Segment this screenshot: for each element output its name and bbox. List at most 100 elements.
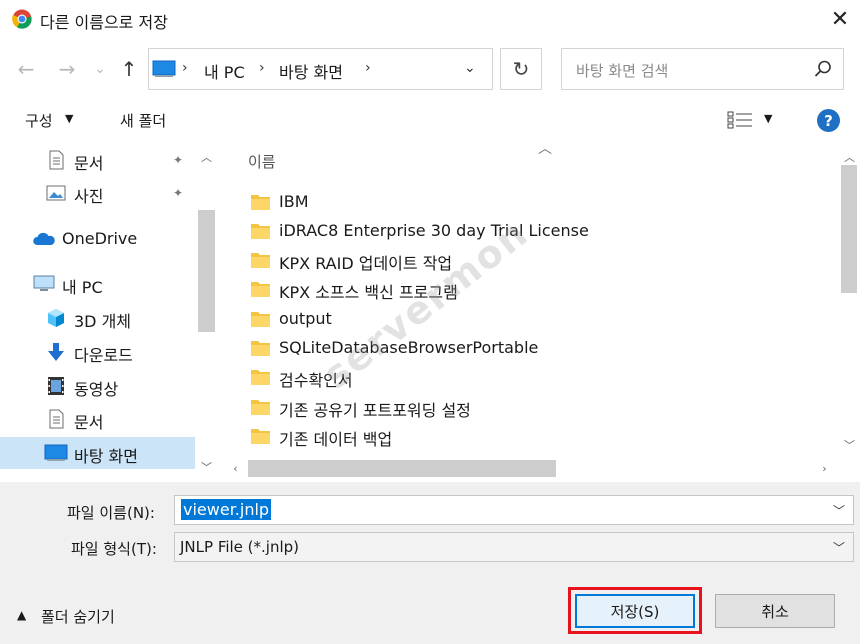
folder-icon (251, 195, 270, 210)
filename-field[interactable]: viewer.jnlp ﹀ (174, 495, 854, 525)
sidebar-item-desktop[interactable]: 바탕 화면 (0, 437, 195, 469)
help-button[interactable]: ? (817, 109, 840, 132)
up-arrow-icon: ↑ (120, 57, 138, 81)
breadcrumb-my-pc[interactable]: 내 PC (204, 59, 245, 83)
file-list-vertical-scrollbar[interactable]: ︿ ﹀ (838, 142, 860, 458)
sidebar-item-3d-objects[interactable]: 3D 개체 (0, 302, 195, 334)
highlight-annotation (568, 587, 702, 634)
organize-button[interactable]: 구성 (25, 110, 53, 131)
folder-icon (251, 312, 270, 327)
new-folder-button[interactable]: 새 폴더 (120, 110, 166, 131)
forward-button[interactable]: → (55, 56, 79, 82)
chevron-up-icon[interactable]: ▲ (17, 608, 26, 622)
folder-icon (251, 253, 270, 268)
view-options-icon[interactable] (727, 111, 753, 129)
hide-folders-button[interactable]: 폴더 숨기기 (41, 606, 115, 627)
folder-icon (251, 224, 270, 239)
folder-icon (251, 400, 270, 415)
file-name: IBM (279, 192, 309, 211)
pictures-icon (46, 185, 66, 201)
sidebar-item-label: 사진 (74, 187, 104, 206)
navigation-pane: 문서 ✦ 사진 ✦ OneDrive 내 PC 3D 개체 다운로드 동영상 문… (0, 142, 219, 479)
scroll-up-icon[interactable]: ︿ (198, 148, 215, 165)
cancel-button[interactable]: 취소 (715, 594, 835, 628)
sidebar-item-documents-pinned[interactable]: 문서 ✦ (0, 144, 195, 176)
sidebar-item-onedrive[interactable]: OneDrive (0, 223, 195, 255)
file-name: 기존 데이터 백업 (279, 430, 393, 449)
filetype-value: JNLP File (*.jnlp) (180, 538, 300, 556)
breadcrumb-separator: › (182, 60, 188, 76)
sidebar-item-label: OneDrive (62, 229, 138, 248)
search-box[interactable]: 바탕 화면 검색 (561, 48, 844, 90)
sidebar-item-label: 문서 (74, 154, 104, 173)
list-item[interactable]: IBM (248, 188, 828, 217)
back-button[interactable]: ← (14, 56, 38, 82)
folder-icon (251, 282, 270, 297)
desktop-icon (152, 60, 176, 77)
up-button[interactable]: ↑ (117, 56, 141, 82)
sidebar-item-downloads[interactable]: 다운로드 (0, 336, 195, 368)
recent-locations-button[interactable]: ⌄ (88, 56, 112, 82)
forward-arrow-icon: → (58, 57, 76, 81)
file-name: SQLiteDatabaseBrowserPortable (279, 338, 539, 357)
list-item[interactable]: SQLiteDatabaseBrowserPortable (248, 334, 828, 363)
close-button[interactable]: ✕ (823, 2, 857, 36)
filename-input[interactable]: viewer.jnlp (181, 499, 272, 520)
computer-icon (33, 275, 55, 291)
list-item[interactable]: 기존 데이터 백업 (248, 422, 828, 451)
breadcrumb-separator[interactable]: › (365, 60, 371, 76)
sidebar-item-label: 내 PC (62, 278, 103, 297)
address-dropdown-icon[interactable]: ⌄ (464, 60, 476, 76)
list-item[interactable]: output (248, 305, 828, 334)
chrome-icon (12, 9, 32, 29)
address-bar[interactable]: › 내 PC › 바탕 화면 › ⌄ (148, 48, 493, 90)
search-icon[interactable] (813, 59, 833, 79)
list-item[interactable]: iDRAC8 Enterprise 30 day Trial License (248, 217, 828, 246)
sidebar-item-label: 문서 (74, 413, 104, 432)
pin-icon: ✦ (173, 186, 184, 200)
sidebar-item-this-pc[interactable]: 내 PC (0, 268, 195, 300)
chevron-down-icon[interactable]: ﹀ (833, 539, 845, 556)
cube-icon (48, 309, 64, 327)
video-icon (48, 377, 64, 395)
scrollbar-thumb[interactable] (248, 460, 556, 477)
file-name: 기존 공유기 포트포워딩 설정 (279, 401, 471, 420)
desktop-icon (44, 444, 68, 461)
close-icon: ✕ (830, 6, 850, 32)
scroll-right-icon[interactable]: › (816, 460, 833, 477)
column-header-name[interactable]: 이름 (248, 151, 276, 172)
list-item[interactable]: 기존 공유기 포트포워딩 설정 (248, 393, 828, 422)
refresh-button[interactable]: ↻ (500, 48, 542, 90)
file-name: KPX RAID 업데이트 작업 (279, 254, 453, 273)
list-item[interactable]: KPX 소프스 백신 프로그램 (248, 275, 828, 304)
scroll-down-icon[interactable]: ﹀ (198, 458, 215, 475)
caret-down-icon[interactable]: ▼ (65, 112, 73, 125)
scrollbar-thumb[interactable] (198, 210, 215, 332)
sidebar-scrollbar[interactable]: ︿ ﹀ (196, 142, 217, 479)
sidebar-item-videos[interactable]: 동영상 (0, 370, 195, 402)
sidebar-item-label: 바탕 화면 (74, 447, 138, 466)
filename-label: 파일 이름(N): (67, 504, 155, 522)
folder-icon (251, 429, 270, 444)
sidebar-item-documents[interactable]: 문서 (0, 403, 195, 435)
sidebar-item-pictures-pinned[interactable]: 사진 ✦ (0, 177, 195, 209)
filetype-select[interactable]: JNLP File (*.jnlp) ﹀ (174, 532, 854, 562)
navigation-bar: ← → ⌄ ↑ › 내 PC › 바탕 화면 › ⌄ ↻ 바탕 화면 검색 (0, 44, 860, 94)
view-options-caret-icon[interactable]: ▼ (764, 112, 772, 125)
sidebar-item-label: 다운로드 (74, 346, 133, 365)
scroll-left-icon[interactable]: ‹ (227, 460, 244, 477)
chevron-down-icon[interactable]: ﹀ (833, 502, 845, 519)
search-input[interactable]: 바탕 화면 검색 (576, 60, 668, 81)
sidebar-item-label: 3D 개체 (74, 312, 132, 331)
breadcrumb-separator[interactable]: › (259, 60, 265, 76)
scrollbar-thumb[interactable] (841, 165, 857, 293)
breadcrumb-desktop[interactable]: 바탕 화면 (279, 59, 343, 83)
chevron-down-icon: ⌄ (94, 61, 106, 77)
file-list-horizontal-scrollbar[interactable]: ‹ › (222, 458, 838, 479)
folder-icon (251, 370, 270, 385)
scroll-down-icon[interactable]: ﹀ (841, 436, 858, 453)
sidebar-item-label: 동영상 (74, 380, 119, 399)
scroll-up-icon[interactable]: ︿ (841, 148, 858, 165)
list-item[interactable]: KPX RAID 업데이트 작업 (248, 246, 828, 275)
list-item[interactable]: 검수확인서 (248, 363, 828, 392)
